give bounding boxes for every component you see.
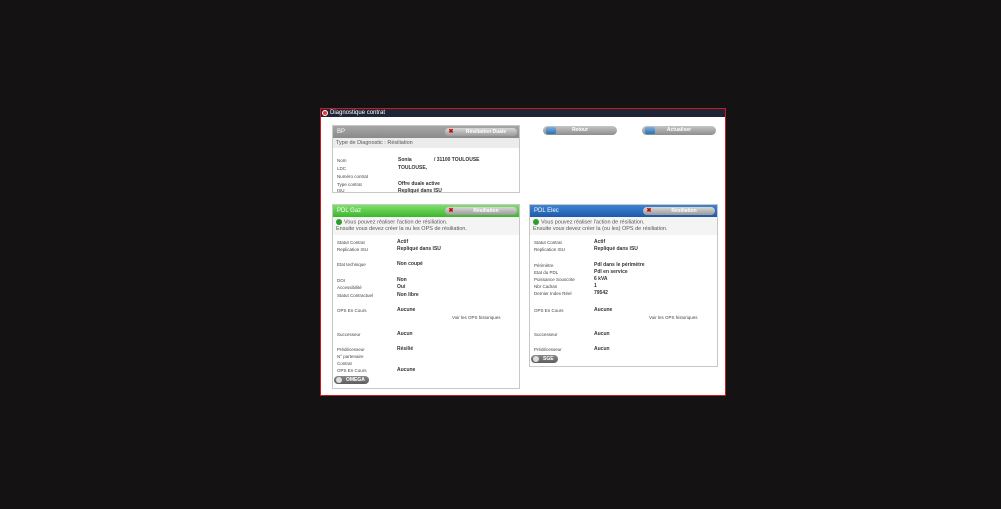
gaz-value-successeur: Aucun — [397, 331, 413, 337]
elec-history-link[interactable]: Voir les OPS historiques — [649, 315, 698, 320]
elec-value-ops-en-cours: Aucune — [594, 307, 613, 313]
elec-label-statut: Statut Contrat — [534, 240, 562, 245]
elec-value-nbr-cadran: 1 — [594, 283, 597, 289]
elec-value-etat-pdl: Pdl en service — [594, 269, 628, 275]
pdl-gaz-panel: PDL Gaz ✖ Résiliation Vous pouvez réalis… — [332, 204, 520, 389]
gaz-label-partenaire: N° partenaire — [337, 354, 364, 359]
elec-title: PDL Elec — [534, 208, 559, 214]
elec-value-replication: Repliqué dans ISU — [594, 246, 638, 252]
gaz-label-statut-contractuel: Statut Contractuel — [337, 293, 374, 298]
gaz-header: PDL Gaz ✖ Résiliation — [333, 205, 519, 217]
gaz-title: PDL Gaz — [337, 208, 362, 214]
system-icon — [336, 377, 342, 383]
actualiser-button[interactable]: Actualiser — [642, 126, 716, 135]
window-title: Diagnostique contrat — [330, 110, 386, 116]
label-type-contrat: Type contrat — [337, 182, 362, 187]
gaz-label-contrat: Contrat — [337, 361, 352, 366]
bp-title: BP — [337, 129, 346, 135]
elec-label-perimetre: Périmètre — [534, 263, 554, 268]
gaz-value-ops-en-cours: Aucune — [397, 307, 416, 313]
elec-resiliation-button[interactable]: ✖ Résiliation — [643, 207, 715, 215]
gaz-value-doi: Non — [397, 277, 407, 283]
label-ldc: LDC — [337, 166, 347, 171]
sge-button[interactable]: SGE — [531, 355, 558, 363]
value-type-contrat: Offre duale active — [398, 181, 440, 187]
elec-header: PDL Elec ✖ Résiliation — [530, 205, 717, 217]
gaz-value-statut: Actif — [397, 239, 409, 245]
gaz-label-accessibilite: Accessibilité — [337, 285, 362, 290]
elec-label-successeur: Successeur — [534, 332, 558, 337]
check-icon — [533, 219, 539, 225]
gaz-label-successeur: Successeur — [337, 332, 361, 337]
close-x-icon: ✖ — [448, 208, 454, 214]
gaz-resiliation-button[interactable]: ✖ Résiliation — [445, 207, 517, 215]
window-titlebar: Diagnostique contrat — [321, 109, 725, 117]
elec-label-predecesseur: Prédécesseur — [534, 347, 562, 352]
value-ville: / 31100 TOULOUSE — [434, 157, 480, 163]
gaz-history-link[interactable]: Voir les OPS historiques — [452, 315, 501, 320]
elec-label-etat-pdl: Etat du PDL — [534, 270, 559, 275]
diag-type: Type de Diagnostic : Résiliation — [333, 138, 519, 148]
gaz-label-statut: Statut Contrat — [337, 240, 365, 245]
gaz-label-doi: DOI — [337, 278, 346, 283]
elec-value-successeur: Aucun — [594, 331, 610, 337]
check-icon — [336, 219, 342, 225]
elec-value-puissance: 6 kVA — [594, 276, 608, 282]
app-icon — [322, 110, 328, 116]
value-isu: Repliqué dans ISU — [398, 188, 442, 194]
elec-value-predecesseur: Aucun — [594, 346, 610, 352]
back-arrow-icon — [546, 127, 556, 134]
label-isu: ISU — [337, 188, 345, 193]
gaz-label-etat-technique: Etat technique — [337, 262, 366, 267]
close-x-icon: ✖ — [448, 129, 454, 135]
gaz-value-accessibilite: Oui — [397, 284, 406, 290]
gaz-message: Vous pouvez réaliser l'action de résilia… — [333, 217, 519, 235]
gaz-label-replication: Replication ISU — [337, 247, 369, 252]
elec-value-statut: Actif — [594, 239, 606, 245]
elec-label-replication: Replication ISU — [534, 247, 566, 252]
gaz-value-predecesseur: Résilié — [397, 346, 414, 352]
label-nom: Nom — [337, 158, 347, 163]
refresh-icon — [645, 127, 655, 134]
system-icon — [533, 356, 539, 362]
bp-panel: BP ✖ Résiliation Duale Type de Diagnosti… — [332, 125, 520, 194]
value-nom: Sonia — [398, 157, 412, 163]
diagnostic-window: Diagnostique contrat BP ✖ Résiliation Du… — [320, 108, 726, 396]
elec-value-perimetre: Pdl dans le périmètre — [594, 262, 645, 268]
retour-button[interactable]: Retour — [543, 126, 617, 135]
pdl-elec-panel: PDL Elec ✖ Résiliation Vous pouvez réali… — [529, 204, 718, 367]
resiliation-duale-button[interactable]: ✖ Résiliation Duale — [445, 128, 517, 136]
omega-button[interactable]: OMEGA — [334, 376, 369, 384]
elec-label-dernier-index: Dernier Index Réel — [534, 291, 572, 296]
elec-label-nbr-cadran: Nbr Cadran — [534, 284, 558, 289]
value-ldc: TOULOUSE, — [398, 165, 428, 171]
gaz-label-predecesseur: Prédécesseur — [337, 347, 365, 352]
bp-header: BP ✖ Résiliation Duale — [333, 126, 519, 138]
close-x-icon: ✖ — [646, 208, 652, 214]
gaz-value-etat-technique: Non coupé — [397, 261, 423, 267]
gaz-value-statut-contractuel: Non libre — [397, 292, 419, 298]
gaz-value-ops-en-cours-2: Aucune — [397, 367, 416, 373]
elec-value-dernier-index: 79542 — [594, 290, 608, 296]
gaz-label-ops-en-cours: OPS En Cours — [337, 308, 367, 313]
gaz-label-ops-en-cours-2: OPS En Cours — [337, 368, 367, 373]
label-numero-contrat: Numéro contrat — [337, 174, 369, 179]
elec-message: Vous pouvez réaliser l'action de résilia… — [530, 217, 717, 235]
elec-label-ops-en-cours: OPS En Cours — [534, 308, 564, 313]
elec-label-puissance: Puissance Souscrite — [534, 277, 575, 282]
gaz-value-replication: Repliqué dans ISU — [397, 246, 441, 252]
